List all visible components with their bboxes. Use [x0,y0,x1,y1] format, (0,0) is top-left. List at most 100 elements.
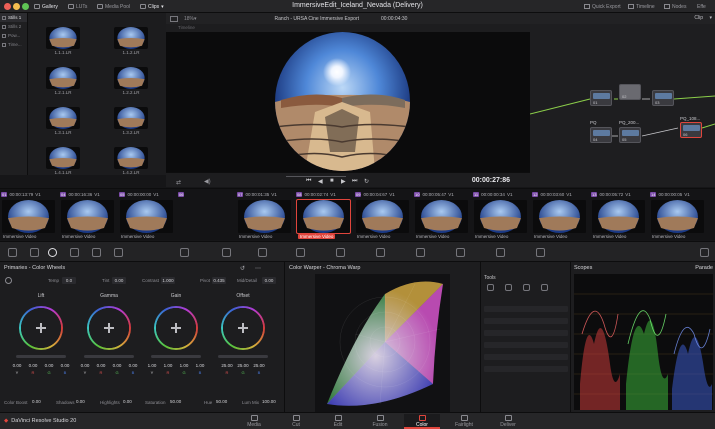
album-stills-1[interactable]: Stills 1 [0,13,27,22]
blur-icon[interactable] [416,248,425,257]
select-tool-icon[interactable] [487,284,494,291]
loop-playback-button[interactable]: ↻ [364,178,369,185]
zoom-window-button[interactable] [22,3,29,10]
offset-master-slider[interactable] [218,355,268,358]
curves-icon[interactable] [180,248,189,257]
eyedropper-tool-icon[interactable] [523,284,530,291]
rgb-mixer-icon[interactable] [92,248,101,257]
tab-gallery[interactable]: Gallery [34,2,58,11]
hue-value[interactable]: 50.00 [216,399,227,404]
key-icon[interactable] [456,248,465,257]
page-tab-media[interactable]: Media [236,414,272,429]
page-tab-cut[interactable]: Cut [278,414,314,429]
gamma-b-value[interactable]: 0.00 [126,363,140,368]
gallery-still[interactable]: 1.2.2.LR [114,67,148,97]
pivot-value[interactable]: 0.435 [212,277,226,284]
audio-icon[interactable]: ◀) [204,178,211,185]
last-frame-button[interactable]: ⏭ [352,178,357,185]
gain-wheel[interactable] [154,306,198,350]
lift-y-value[interactable]: 0.00 [10,363,24,368]
album-stills-2[interactable]: Stills 2 [0,22,27,31]
tool-field-5[interactable] [484,354,568,360]
timeline-toggle[interactable]: Timeline [628,2,655,11]
timeline-clip[interactable]: 14 00:00:00:05 V1 Immersive Video [649,189,706,240]
pin-tool-icon[interactable] [505,284,512,291]
reverse-button[interactable]: ◀ [318,178,323,185]
close-window-button[interactable] [4,3,11,10]
node-05[interactable]: 05 [619,127,641,143]
lift-b-value[interactable]: 0.00 [58,363,72,368]
timeline-clip[interactable]: 13 00:00:05:72 V1 Immersive Video [590,189,647,240]
timeline-clip[interactable]: 06 [177,189,234,240]
tab-media-pool[interactable]: Media Pool [97,2,130,11]
color-warper-icon[interactable] [222,248,231,257]
lift-master-slider[interactable] [16,355,66,358]
loop-icon[interactable]: ⇄ [176,179,181,186]
gallery-still[interactable]: 1.3.2.LR [114,107,148,137]
gamma-r-value[interactable]: 0.00 [94,363,108,368]
3d-icon[interactable] [536,248,545,257]
gamma-y-value[interactable]: 0.00 [78,363,92,368]
offset-g-value[interactable]: 25.00 [236,363,250,368]
gallery-still[interactable]: 1.3.1.LR [46,107,80,137]
tab-clips[interactable]: Clips ▾ [140,2,164,11]
qualifier-icon[interactable] [258,248,267,257]
scrub-bar[interactable] [286,176,346,177]
highlights-value[interactable]: 0.00 [123,399,132,404]
minimize-window-button[interactable] [13,3,20,10]
tool-field-4[interactable] [484,342,568,348]
effects-toggle[interactable]: Effe [697,2,706,11]
node-02[interactable]: 02 [619,84,641,100]
gallery-still[interactable]: 1.4.2.LR [114,147,148,177]
camera-raw-icon[interactable] [8,248,17,257]
tool-field-2[interactable] [484,318,568,324]
video-viewer[interactable] [166,32,530,172]
album-power-grade[interactable]: Pow... [0,31,27,40]
contrast-value[interactable]: 1.000 [161,277,175,284]
timeline-clip[interactable]: 07 00:00:01:35 V1 Immersive Video [236,189,293,240]
album-timelines[interactable]: Time... [0,40,27,49]
gain-r-value[interactable]: 1.00 [161,363,175,368]
gamma-master-slider[interactable] [84,355,134,358]
gain-g-value[interactable]: 1.00 [177,363,191,368]
first-frame-button[interactable]: ⏮ [306,178,311,185]
tint-value[interactable]: 0.00 [112,277,126,284]
gain-master-slider[interactable] [151,355,201,358]
auto-balance-icon[interactable] [5,277,12,284]
saturation-value[interactable]: 50.00 [170,399,181,404]
timeline-clip[interactable]: 11 00:00:00:34 V1 Immersive Video [472,189,529,240]
node-editor[interactable]: 01 02 03 PQ PQ_200... 04 05 PQ_108... 06 [530,24,715,187]
nodes-toggle[interactable]: Nodes [664,2,686,11]
color-boost-value[interactable]: 0.00 [32,399,41,404]
tracker-icon[interactable] [336,248,345,257]
viewer-layout-icon[interactable] [170,15,178,22]
gain-y-value[interactable]: 1.00 [145,363,159,368]
node-01[interactable]: 01 [590,90,612,106]
tool-field-1[interactable] [484,306,568,312]
timeline-clip[interactable]: 04 00:00:16:36 V1 Immersive Video [59,189,116,240]
node-06-selected[interactable]: 06 [680,122,702,138]
chroma-warp-plot[interactable] [315,274,450,412]
lift-r-value[interactable]: 0.00 [26,363,40,368]
more-options-icon[interactable]: ⋯ [255,265,261,272]
page-tab-color[interactable]: Color [404,414,440,429]
timeline-clip[interactable]: 05 00:00:00:00 V1 Immersive Video [118,189,175,240]
lift-g-value[interactable]: 0.00 [42,363,56,368]
gallery-still[interactable]: 1.4.1.LR [46,147,80,177]
stop-button[interactable]: ■ [330,178,334,184]
hdr-icon[interactable] [70,248,79,257]
gain-b-value[interactable]: 1.00 [193,363,207,368]
tool-field-6[interactable] [484,366,568,372]
scope-mode-dropdown[interactable]: Parade [695,265,713,271]
timeline-clip[interactable]: 08 00:00:02:74 V1 Immersive Video [295,189,352,240]
page-tab-edit[interactable]: Edit [320,414,356,429]
reset-tool-icon[interactable] [541,284,548,291]
offset-b-value[interactable]: 25.00 [252,363,266,368]
gamma-wheel[interactable] [87,306,131,350]
timeline-clip[interactable]: 01 00:00:13:79 V1 Immersive Video [0,189,57,240]
play-button[interactable]: ▶ [341,178,346,185]
gallery-still[interactable]: 1.1.1.LR [46,27,80,57]
gallery-still[interactable]: 1.1.2.LR [114,27,148,57]
lift-wheel[interactable] [19,306,63,350]
zoom-level[interactable]: 18% [184,16,194,22]
